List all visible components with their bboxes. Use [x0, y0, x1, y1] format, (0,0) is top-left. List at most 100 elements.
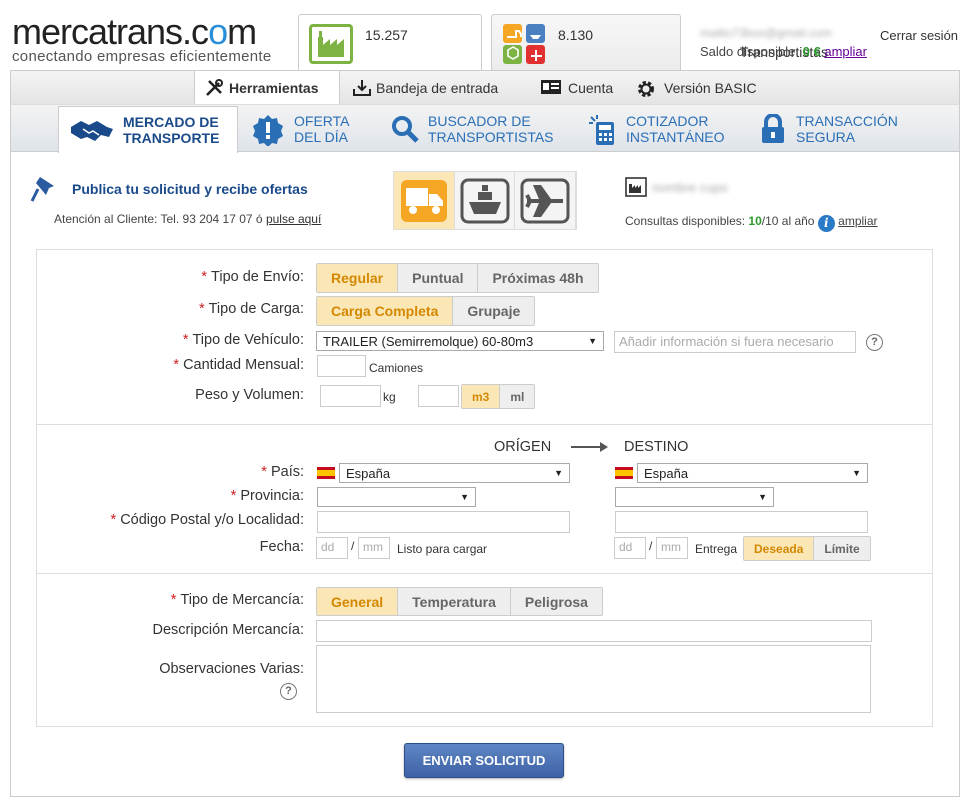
required-marker: *	[110, 512, 117, 528]
pais-origen-value: España	[346, 465, 391, 481]
chevron-down-icon: ▼	[588, 336, 597, 346]
consultas-rest: /10 al año	[761, 214, 815, 228]
cp-origen-input[interactable]	[317, 511, 570, 533]
menu-buscador[interactable]: BUSCADOR DE TRANSPORTISTAS	[390, 106, 554, 152]
consultas-label: Consultas disponibles:	[625, 214, 749, 228]
menu-mercado-transporte[interactable]: MERCADO DE TRANSPORTE	[58, 106, 239, 153]
cantidad-input[interactable]	[317, 355, 366, 377]
company-name: nombre cupo	[652, 180, 728, 195]
tools-icon	[205, 78, 223, 97]
cp-label-text: Código Postal y/o Localidad:	[120, 512, 304, 528]
menu-cotizador[interactable]: COTIZADOR INSTANTÁNEO	[588, 106, 725, 152]
volumen-unit-group: m3 ml	[461, 384, 536, 409]
logout-link[interactable]: Cerrar sesión	[880, 28, 958, 43]
menu-oferta-label: OFERTA DEL DÍA	[294, 113, 350, 145]
deseada-button[interactable]: Deseada	[744, 537, 815, 560]
fecha-origen-mm[interactable]: mm	[358, 537, 390, 559]
truck-icon	[400, 179, 447, 222]
fecha-origen-dd[interactable]: dd	[316, 537, 348, 559]
tab-bandeja[interactable]: Bandeja de entrada	[352, 72, 498, 104]
transportistas-tab[interactable]: 8.130 Transportistas	[491, 14, 828, 70]
observaciones-label: Observaciones Varias:	[159, 661, 304, 677]
logo-o: o	[208, 11, 228, 52]
customer-service-text: Atención al Cliente: Tel. 93 204 17 07 ó	[54, 212, 266, 226]
vehiculo-extra-input[interactable]: Añadir información si fuera necesario	[614, 331, 856, 353]
tab-herramientas[interactable]: Herramientas	[194, 70, 340, 104]
descripcion-label: Descripción Mercancía:	[152, 622, 305, 638]
form-divider	[37, 573, 932, 574]
factory-icon	[309, 24, 353, 64]
grupaje-button[interactable]: Grupaje	[453, 297, 534, 325]
enviar-solicitud-button[interactable]: ENVIAR SOLICITUD	[404, 743, 564, 778]
info-icon[interactable]: i	[817, 215, 835, 232]
inbox-icon	[352, 79, 371, 97]
menu-cotizador-label: COTIZADOR INSTANTÁNEO	[626, 113, 725, 145]
alert-badge-icon	[252, 114, 286, 147]
transport-mode-selector	[393, 171, 577, 230]
saldo-label: Saldo disponible:	[700, 44, 800, 59]
tipo-vehiculo-label: * Tipo de Vehículo:	[34, 332, 304, 348]
fecha-destino-mm[interactable]: mm	[656, 537, 688, 559]
menu-oferta-dia[interactable]: OFERTA DEL DÍA	[252, 106, 350, 152]
account-card-icon	[540, 79, 562, 97]
menu-transaccion[interactable]: TRANSACCIÓN SEGURA	[760, 106, 898, 152]
mode-truck[interactable]	[394, 172, 455, 229]
envio-48h-button[interactable]: Próximas 48h	[478, 264, 597, 292]
logo-tagline: conectando empresas eficientemente	[12, 48, 272, 65]
tipo-carga-label: * Tipo de Carga:	[34, 301, 304, 317]
volumen-input[interactable]	[418, 385, 459, 407]
tipo-envio-label-text: Tipo de Envío:	[211, 269, 304, 285]
fecha-destino-dd[interactable]: dd	[614, 537, 646, 559]
tipo-envio-label: * Tipo de Envío:	[34, 269, 304, 285]
tipo-vehiculo-label-text: Tipo de Vehículo:	[192, 332, 304, 348]
mercancia-peligrosa-button[interactable]: Peligrosa	[511, 588, 602, 615]
tab-version[interactable]: Versión BASIC	[636, 72, 757, 104]
provincia-destino-select[interactable]: ▼	[615, 487, 774, 507]
chevron-down-icon: ▼	[852, 468, 861, 478]
carga-completa-button[interactable]: Carga Completa	[317, 297, 454, 325]
required-marker: *	[182, 332, 189, 348]
consultas-ampliar-link[interactable]: ampliar	[838, 214, 877, 228]
form-divider	[37, 424, 932, 425]
menu-buscador-label: BUSCADOR DE TRANSPORTISTAS	[428, 113, 554, 145]
limite-button[interactable]: Límite	[814, 537, 869, 560]
tipo-carga-group: Carga Completa Grupaje	[316, 296, 536, 326]
mercancia-general-button[interactable]: General	[317, 588, 399, 615]
envio-regular-button[interactable]: Regular	[317, 264, 399, 292]
observaciones-textarea[interactable]	[316, 645, 871, 713]
tab-cuenta[interactable]: Cuenta	[540, 72, 613, 104]
pulse-aqui-link[interactable]: pulse aquí	[266, 212, 321, 226]
consultas-info: Consultas disponibles: 10/10 al año i am…	[625, 214, 878, 232]
mode-plane[interactable]	[515, 172, 577, 229]
saldo-value: 0 €	[802, 44, 821, 59]
gear-icon	[636, 79, 658, 97]
cargadores-tab[interactable]: 15.257 Cargadores	[298, 14, 635, 70]
ml-button[interactable]: ml	[500, 385, 534, 408]
provincia-origen-select[interactable]: ▼	[317, 487, 476, 507]
pais-destino-value: España	[644, 465, 689, 481]
pin-icon	[30, 175, 60, 206]
help-icon[interactable]: ?	[280, 683, 297, 700]
peso-input[interactable]	[320, 385, 381, 407]
envio-puntual-button[interactable]: Puntual	[398, 264, 479, 292]
consultas-used: 10	[748, 214, 762, 228]
cp-destino-input[interactable]	[615, 511, 868, 533]
peso-volumen-label: Peso y Volumen:	[195, 387, 304, 403]
m3-button[interactable]: m3	[462, 385, 501, 408]
provincia-label-text: Provincia:	[240, 488, 304, 504]
logo[interactable]: mercatrans.com conectando empresas efici…	[12, 11, 292, 66]
vehiculo-select[interactable]: TRAILER (Semirremolque) 60-80m3 ▼	[316, 331, 604, 351]
mercancia-temperatura-button[interactable]: Temperatura	[398, 588, 511, 615]
mode-ship[interactable]	[454, 172, 516, 229]
handshake-icon	[69, 115, 115, 145]
date-separator: /	[351, 539, 355, 553]
publish-title: Publica tu solicitud y recibe ofertas	[72, 181, 308, 197]
help-icon[interactable]: ?	[866, 334, 883, 351]
arrow-right-icon	[570, 440, 610, 457]
saldo-info: Saldo disponible: 0 € ampliar	[700, 44, 867, 59]
saldo-ampliar-link[interactable]: ampliar	[824, 44, 867, 59]
descripcion-input[interactable]	[316, 620, 872, 642]
pais-destino-select[interactable]: España ▼	[637, 463, 868, 483]
pais-origen-select[interactable]: España ▼	[339, 463, 570, 483]
search-icon	[390, 114, 420, 144]
